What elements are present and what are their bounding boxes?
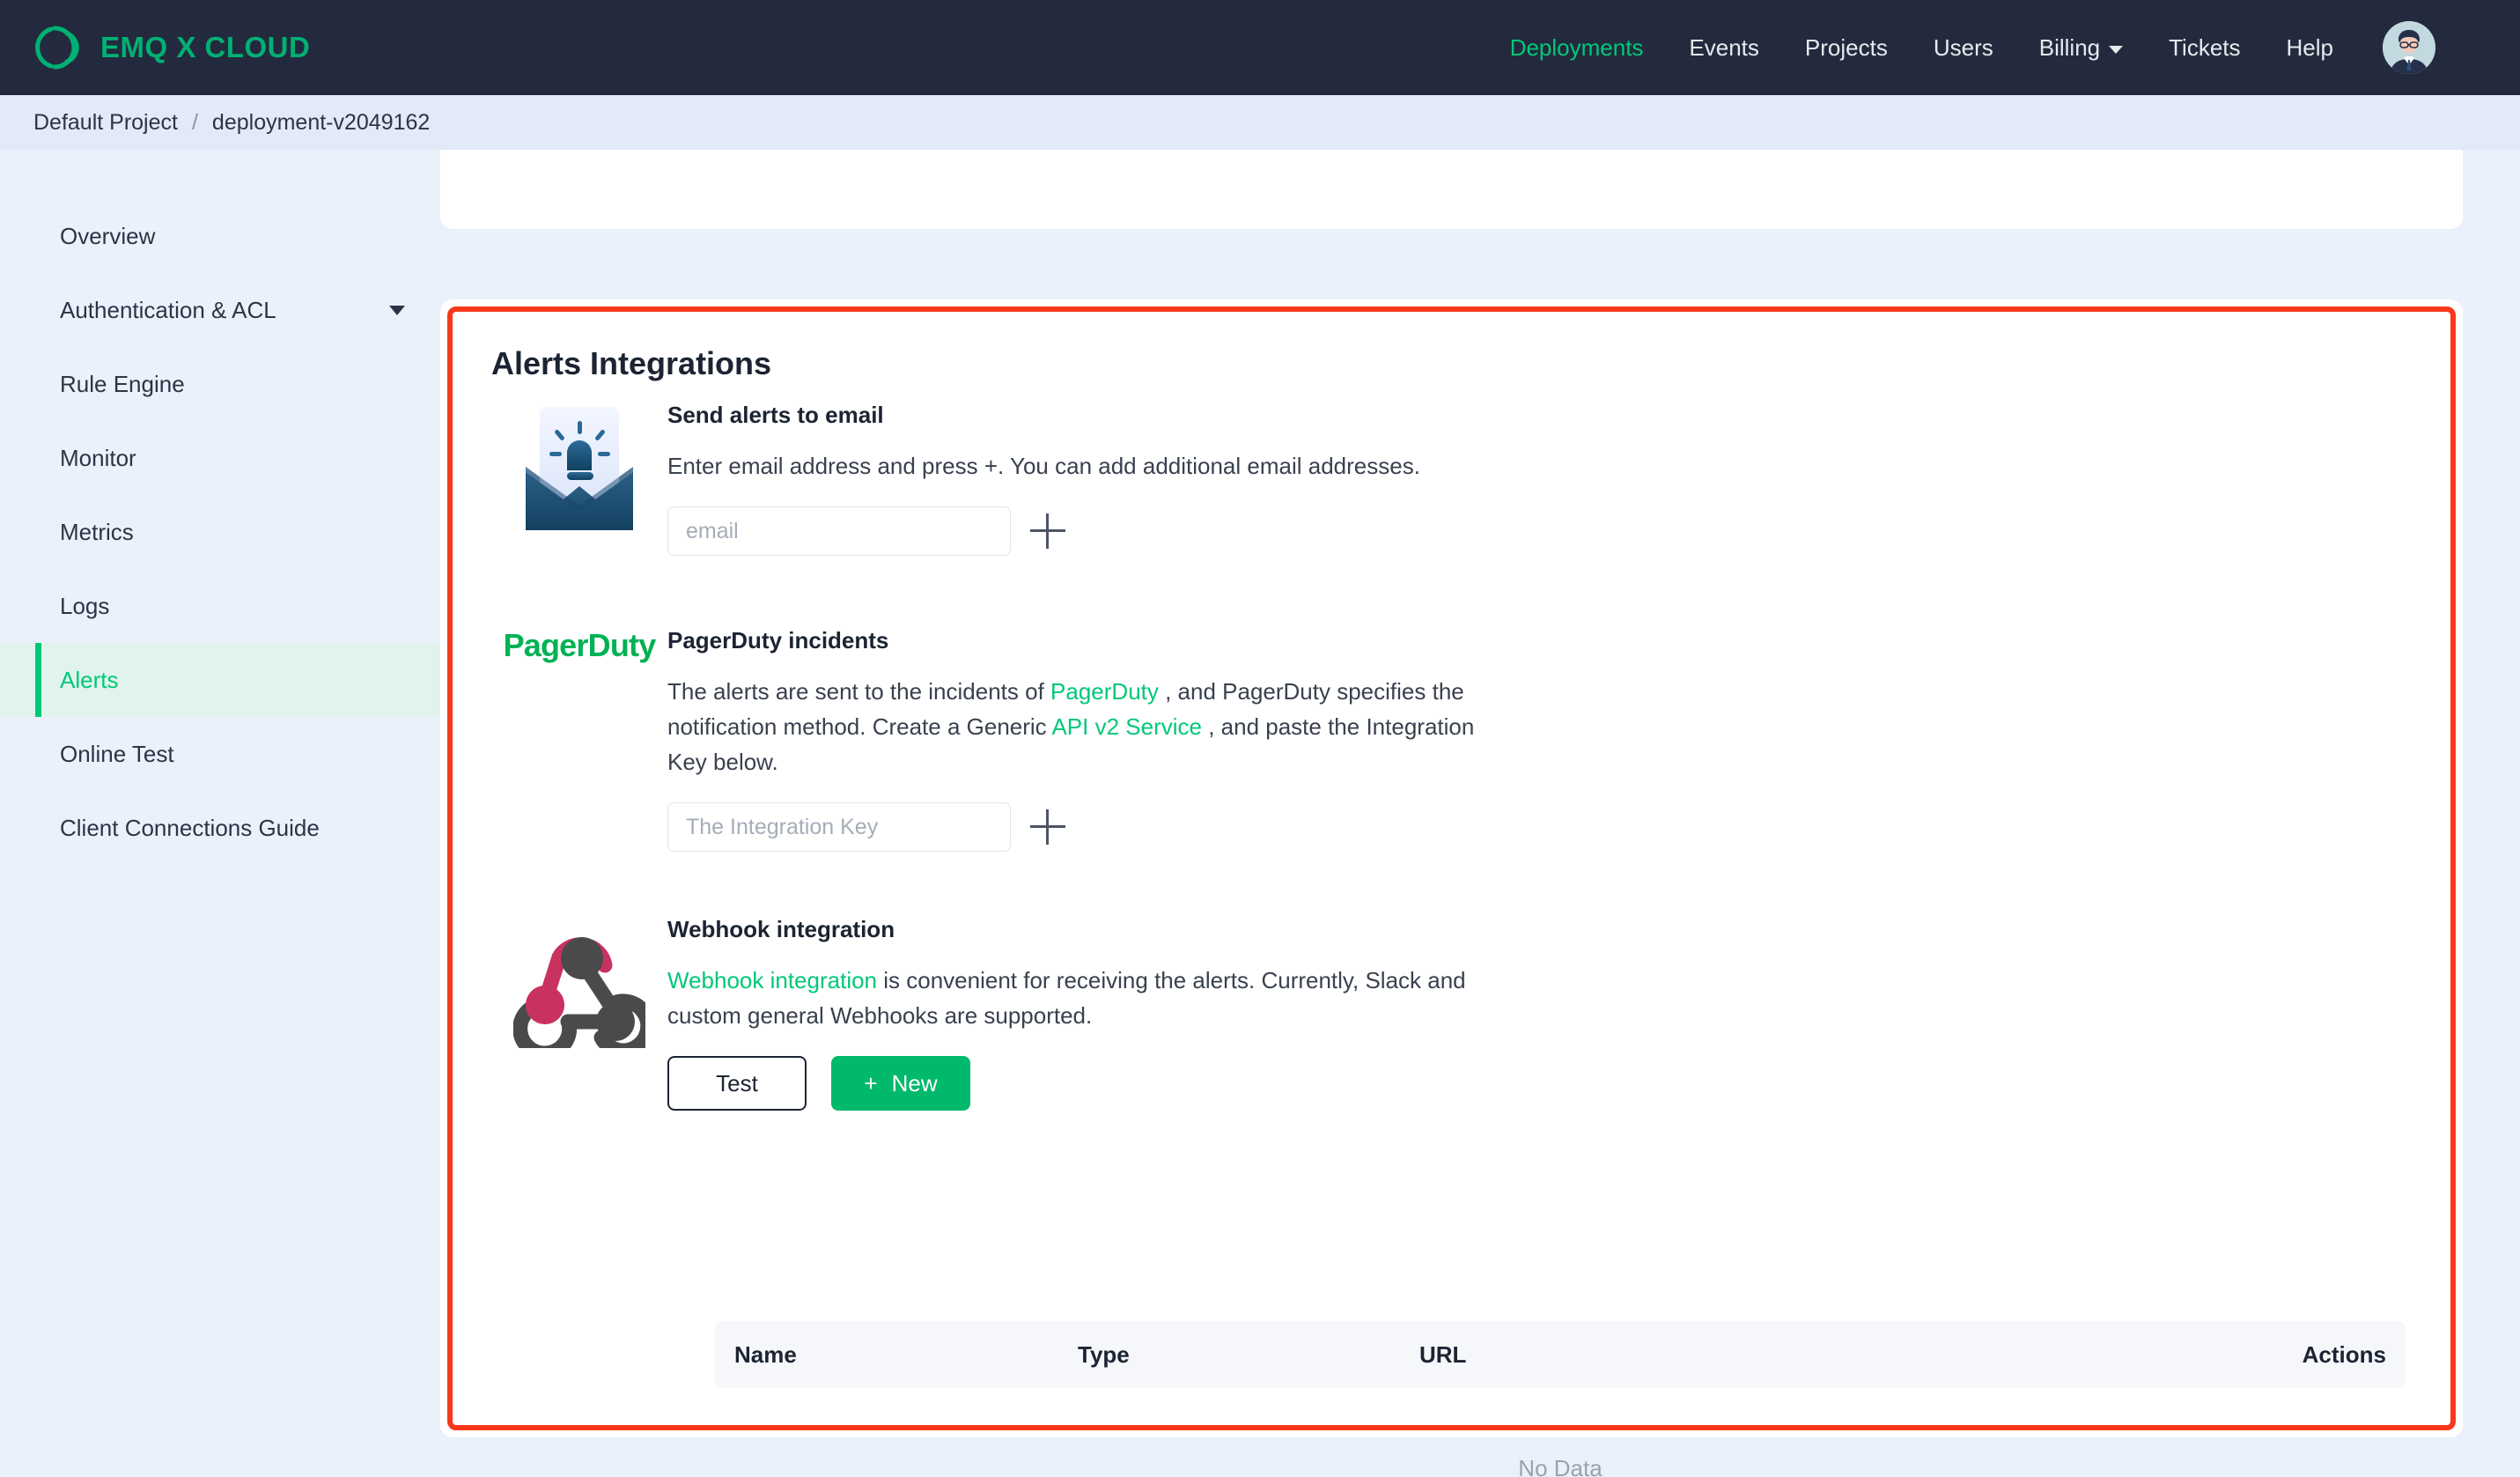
sidebar-item-alerts[interactable]: Alerts	[0, 643, 440, 717]
page-title: Alerts Integrations	[491, 345, 771, 382]
nav-label: Billing	[2039, 34, 2100, 62]
nav-label: Events	[1689, 34, 1759, 62]
plus-icon: +	[864, 1070, 877, 1097]
previous-card: No Data	[440, 150, 2463, 229]
column-header-name: Name	[734, 1341, 1078, 1369]
webhook-section-title: Webhook integration	[667, 916, 1513, 943]
email-alert-icon	[491, 402, 667, 556]
email-integration-body: Send alerts to email Enter email address…	[667, 402, 1420, 556]
webhook-button-row: Test + New	[667, 1056, 1513, 1111]
pagerduty-integration-row: PagerDuty PagerDuty incidents The alerts…	[491, 627, 1513, 852]
sidebar-item-monitor[interactable]: Monitor	[0, 421, 440, 495]
sidebar-item-client-connections-guide[interactable]: Client Connections Guide	[0, 791, 440, 865]
nav-item-billing[interactable]: Billing	[2016, 34, 2146, 62]
sidebar-item-label: Authentication & ACL	[60, 297, 276, 324]
nav-item-projects[interactable]: Projects	[1782, 34, 1911, 62]
test-button[interactable]: Test	[667, 1056, 807, 1111]
breadcrumb: Default Project / deployment-v2049162	[0, 95, 2520, 150]
webhook-logo-icon	[491, 916, 667, 1111]
webhook-integration-row: Webhook integration Webhook integration …	[491, 916, 1513, 1111]
pagerduty-section-description: The alerts are sent to the incidents of …	[667, 674, 1513, 779]
pagerduty-section-title: PagerDuty incidents	[667, 627, 1513, 654]
sidebar-item-logs[interactable]: Logs	[0, 569, 440, 643]
sidebar-item-online-test[interactable]: Online Test	[0, 717, 440, 791]
breadcrumb-separator: /	[192, 110, 198, 136]
nav-item-help[interactable]: Help	[2264, 34, 2356, 62]
column-header-type: Type	[1078, 1341, 1419, 1369]
top-navigation-bar: EMQ X CLOUD Deployments Events Projects …	[0, 0, 2520, 95]
main-content: No Data Alerts Integrations	[440, 150, 2520, 1477]
webhook-table-empty-text: No Data	[715, 1388, 2406, 1477]
sidebar-item-label: Client Connections Guide	[60, 815, 320, 842]
column-header-url: URL	[1419, 1341, 2229, 1369]
nav-item-users[interactable]: Users	[1911, 34, 2016, 62]
new-webhook-button[interactable]: + New	[831, 1056, 970, 1111]
breadcrumb-deployment[interactable]: deployment-v2049162	[212, 110, 430, 136]
sidebar-item-label: Alerts	[60, 667, 118, 694]
nav-label: Tickets	[2169, 34, 2240, 62]
webhook-integration-link[interactable]: Webhook integration	[667, 967, 877, 993]
nav-label: Projects	[1805, 34, 1888, 62]
webhook-integration-body: Webhook integration Webhook integration …	[667, 916, 1513, 1111]
brand-logo[interactable]: EMQ X CLOUD	[32, 22, 310, 73]
email-input[interactable]	[667, 506, 1011, 556]
nav-item-deployments[interactable]: Deployments	[1487, 34, 1667, 62]
pagerduty-logo-text: PagerDuty	[504, 627, 656, 852]
alerts-integrations-card: Alerts Integrations	[440, 299, 2463, 1437]
nav-item-tickets[interactable]: Tickets	[2146, 34, 2263, 62]
chevron-down-icon	[2109, 46, 2123, 54]
webhook-table: Name Type URL Actions No Data	[715, 1321, 2406, 1477]
sidebar-item-authentication-acl[interactable]: Authentication & ACL	[0, 273, 440, 347]
add-integration-key-plus-icon[interactable]	[1030, 809, 1065, 845]
pagerduty-integration-body: PagerDuty incidents The alerts are sent …	[667, 627, 1513, 852]
nav-label: Deployments	[1510, 34, 1644, 62]
api-v2-service-link[interactable]: API v2 Service	[1051, 713, 1202, 740]
sidebar-item-label: Logs	[60, 593, 109, 620]
avatar[interactable]	[2383, 21, 2435, 74]
pagerduty-desc-part1: The alerts are sent to the incidents of	[667, 678, 1050, 705]
new-webhook-label: New	[892, 1070, 938, 1097]
sidebar-item-overview[interactable]: Overview	[0, 199, 440, 273]
sidebar: Overview Authentication & ACL Rule Engin…	[0, 150, 440, 1477]
nav-label: Users	[1934, 34, 1993, 62]
webhook-section-description: Webhook integration is convenient for re…	[667, 963, 1513, 1033]
sidebar-item-metrics[interactable]: Metrics	[0, 495, 440, 569]
integration-key-input[interactable]	[667, 802, 1011, 852]
brand-name: EMQ X CLOUD	[100, 31, 310, 64]
email-section-description: Enter email address and press +. You can…	[667, 448, 1420, 484]
email-section-title: Send alerts to email	[667, 402, 1420, 429]
breadcrumb-project[interactable]: Default Project	[33, 110, 178, 136]
sidebar-item-label: Rule Engine	[60, 371, 185, 398]
email-field-row	[667, 506, 1420, 556]
pagerduty-field-row	[667, 802, 1513, 852]
sidebar-item-label: Overview	[60, 223, 155, 250]
add-email-plus-icon[interactable]	[1030, 513, 1065, 549]
sidebar-item-label: Online Test	[60, 741, 174, 768]
sidebar-item-label: Metrics	[60, 519, 134, 546]
top-nav-links: Deployments Events Projects Users Billin…	[1487, 0, 2435, 95]
pagerduty-logo-icon: PagerDuty	[491, 627, 667, 852]
emqx-logo-icon	[32, 22, 83, 73]
email-integration-row: Send alerts to email Enter email address…	[491, 402, 1420, 556]
nav-item-events[interactable]: Events	[1666, 34, 1782, 62]
pagerduty-link[interactable]: PagerDuty	[1050, 678, 1159, 705]
sidebar-item-label: Monitor	[60, 445, 136, 472]
chevron-down-icon	[389, 306, 405, 315]
nav-label: Help	[2287, 34, 2333, 62]
webhook-table-header: Name Type URL Actions	[715, 1321, 2406, 1388]
user-avatar-icon	[2383, 21, 2435, 74]
sidebar-item-rule-engine[interactable]: Rule Engine	[0, 347, 440, 421]
column-header-actions: Actions	[2229, 1341, 2406, 1369]
